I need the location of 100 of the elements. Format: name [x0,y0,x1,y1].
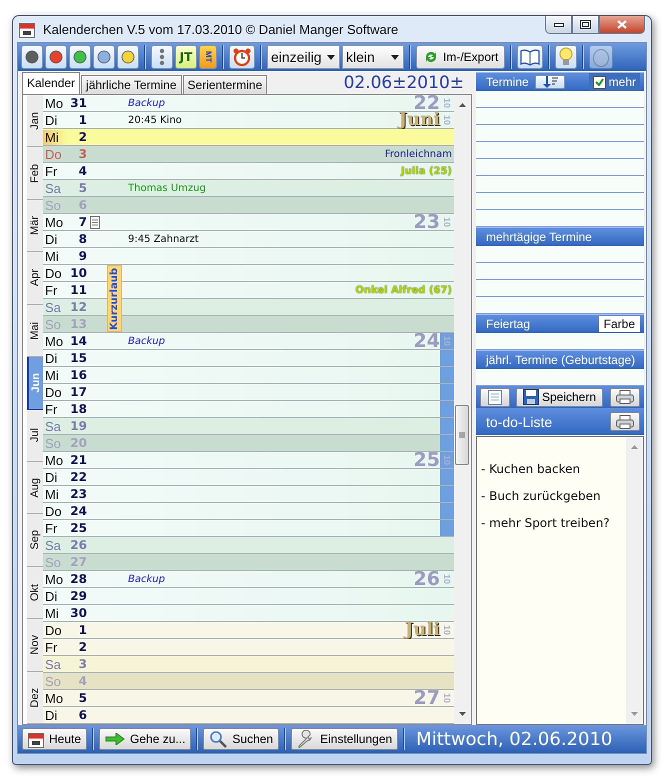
weekday-label: Fr [44,640,58,654]
day-number: 8 [78,232,87,246]
weekday-label: Mi [44,248,60,264]
printer-icon [616,414,634,428]
day-row[interactable]: Di 15 [43,350,454,367]
day-row[interactable]: Fr 25 [43,520,454,537]
search-button[interactable]: Suchen [203,728,280,750]
light-bulb-button[interactable] [555,45,578,69]
dropdown[interactable]: einzeilig [267,45,340,69]
maximize-button[interactable] [572,16,599,34]
toolbar-button[interactable]: JT [175,45,197,69]
event-text[interactable]: Backup [128,574,165,584]
day-number: 14 [69,334,87,348]
today-button[interactable]: Heute [22,728,88,750]
day-number: 5 [78,181,87,195]
day-row[interactable]: Fr 2 [43,639,454,656]
tab[interactable]: jährliche Termine [81,75,182,94]
tab[interactable]: Serientermine [182,75,268,94]
day-row[interactable]: Fr 4 Julia (25) [43,163,454,180]
notepad-icon [488,389,502,405]
notepad-button[interactable] [480,388,510,406]
tab[interactable]: Kalender [22,72,80,94]
dots-icon [159,48,165,66]
day-row[interactable]: Mi 23 [43,486,454,503]
day-row[interactable]: Mi 30 [43,605,454,622]
header-title: Termine [486,75,529,89]
weekday-label: Mo [44,214,64,230]
scrollbar[interactable] [454,95,471,724]
checkbox[interactable] [592,76,606,88]
day-number: 12 [69,300,87,314]
caret-icon [391,54,399,60]
day-row[interactable]: Do 3 Fronleichnam [43,146,454,163]
day-row[interactable]: Di 8 9:45 Zahnarzt [43,231,454,248]
event-text[interactable]: Backup [128,98,165,108]
day-row[interactable]: Di 1 20:45 Kino Juni 10 [43,112,454,129]
minimize-button[interactable] [545,16,572,34]
check-icon [594,78,604,86]
multi-day-bar[interactable]: Kurzurlaub [107,265,122,332]
day-row[interactable]: Mo 7 23 10 [43,214,454,231]
event-text[interactable]: 20:45 Kino [128,114,182,126]
weekday-label: Mo [44,572,64,586]
color-filter-button[interactable] [21,45,43,69]
color-filter-button[interactable] [117,45,139,69]
light-bulb-icon [559,47,574,67]
caret-icon [327,54,335,60]
save-button[interactable]: Speichern [516,388,603,406]
calendar-icon [28,730,44,748]
toolbar-button[interactable]: MT [199,45,217,69]
day-row[interactable]: Di 29 [43,588,454,605]
day-row[interactable]: Mi 2 [43,129,454,146]
print-button[interactable] [610,388,640,406]
day-row[interactable]: Mo 14 Backup 24 10 [43,333,454,350]
day-row[interactable]: Sa 3 [43,656,454,673]
day-row[interactable]: Mi 9 [43,248,454,265]
book-button[interactable] [517,45,544,69]
color-filter-button[interactable] [45,45,67,69]
year-label: 10 [440,333,454,349]
day-number: 30 [69,606,87,620]
scroll-thumb[interactable] [455,405,469,465]
day-number: 23 [69,487,87,501]
weekday-label: Mo [44,452,64,468]
day-row[interactable]: Do 1 Juli 10 [43,622,454,639]
week-number: 24 [414,333,440,349]
settings-button[interactable]: Einstellungen [291,728,398,750]
close-button[interactable] [599,16,645,34]
dropdown[interactable]: klein [342,45,404,69]
event-text[interactable]: Backup [128,336,165,346]
day-row[interactable]: Mo 28 Backup 26 10 [43,571,454,588]
day-row[interactable]: Mi 16 [43,367,454,384]
day-row[interactable]: Do 17 [43,384,454,401]
weekday-label: So [44,674,62,688]
color-filter-button[interactable] [93,45,115,69]
window-title: Kalenderchen V.5 vom 17.03.2010 © Daniel Manger Software [43,22,398,36]
event-text[interactable]: 9:45 Zahnarzt [128,234,199,244]
day-row[interactable]: Mo 21 25 10 [43,452,454,469]
print-button[interactable] [610,412,640,431]
scroll-down-icon [459,712,466,716]
export-button[interactable]: Im-/Export [416,45,506,69]
goto-button[interactable]: Gehe zu... [99,728,192,750]
todo-title: to-do-Liste [486,414,552,430]
weekday-label: So [44,554,62,570]
weekday-label: So [44,198,62,212]
day-row[interactable]: Di 22 [43,469,454,486]
day-number: 1 [78,623,87,637]
day-row[interactable]: Di 6 [43,707,454,724]
color-button[interactable]: Farbe [598,316,640,332]
weekday-label: So [44,436,62,450]
year-label: 10 [441,96,453,110]
day-number: 9 [78,249,87,263]
weekday-label: Fr [44,164,58,178]
weekday-label: Mo [44,334,64,348]
day-number: 6 [78,198,87,212]
day-row[interactable]: Mo 31 Backup 22 10 [43,95,454,112]
alarm-button[interactable] [229,45,255,69]
dots-button[interactable] [151,45,173,69]
day-row[interactable]: Do 24 [43,503,454,520]
sort-button[interactable] [534,75,565,89]
day-row[interactable]: Fr 18 [43,401,454,418]
day-row[interactable]: Mo 5 27 10 [43,690,454,707]
color-filter-button[interactable] [69,45,91,69]
